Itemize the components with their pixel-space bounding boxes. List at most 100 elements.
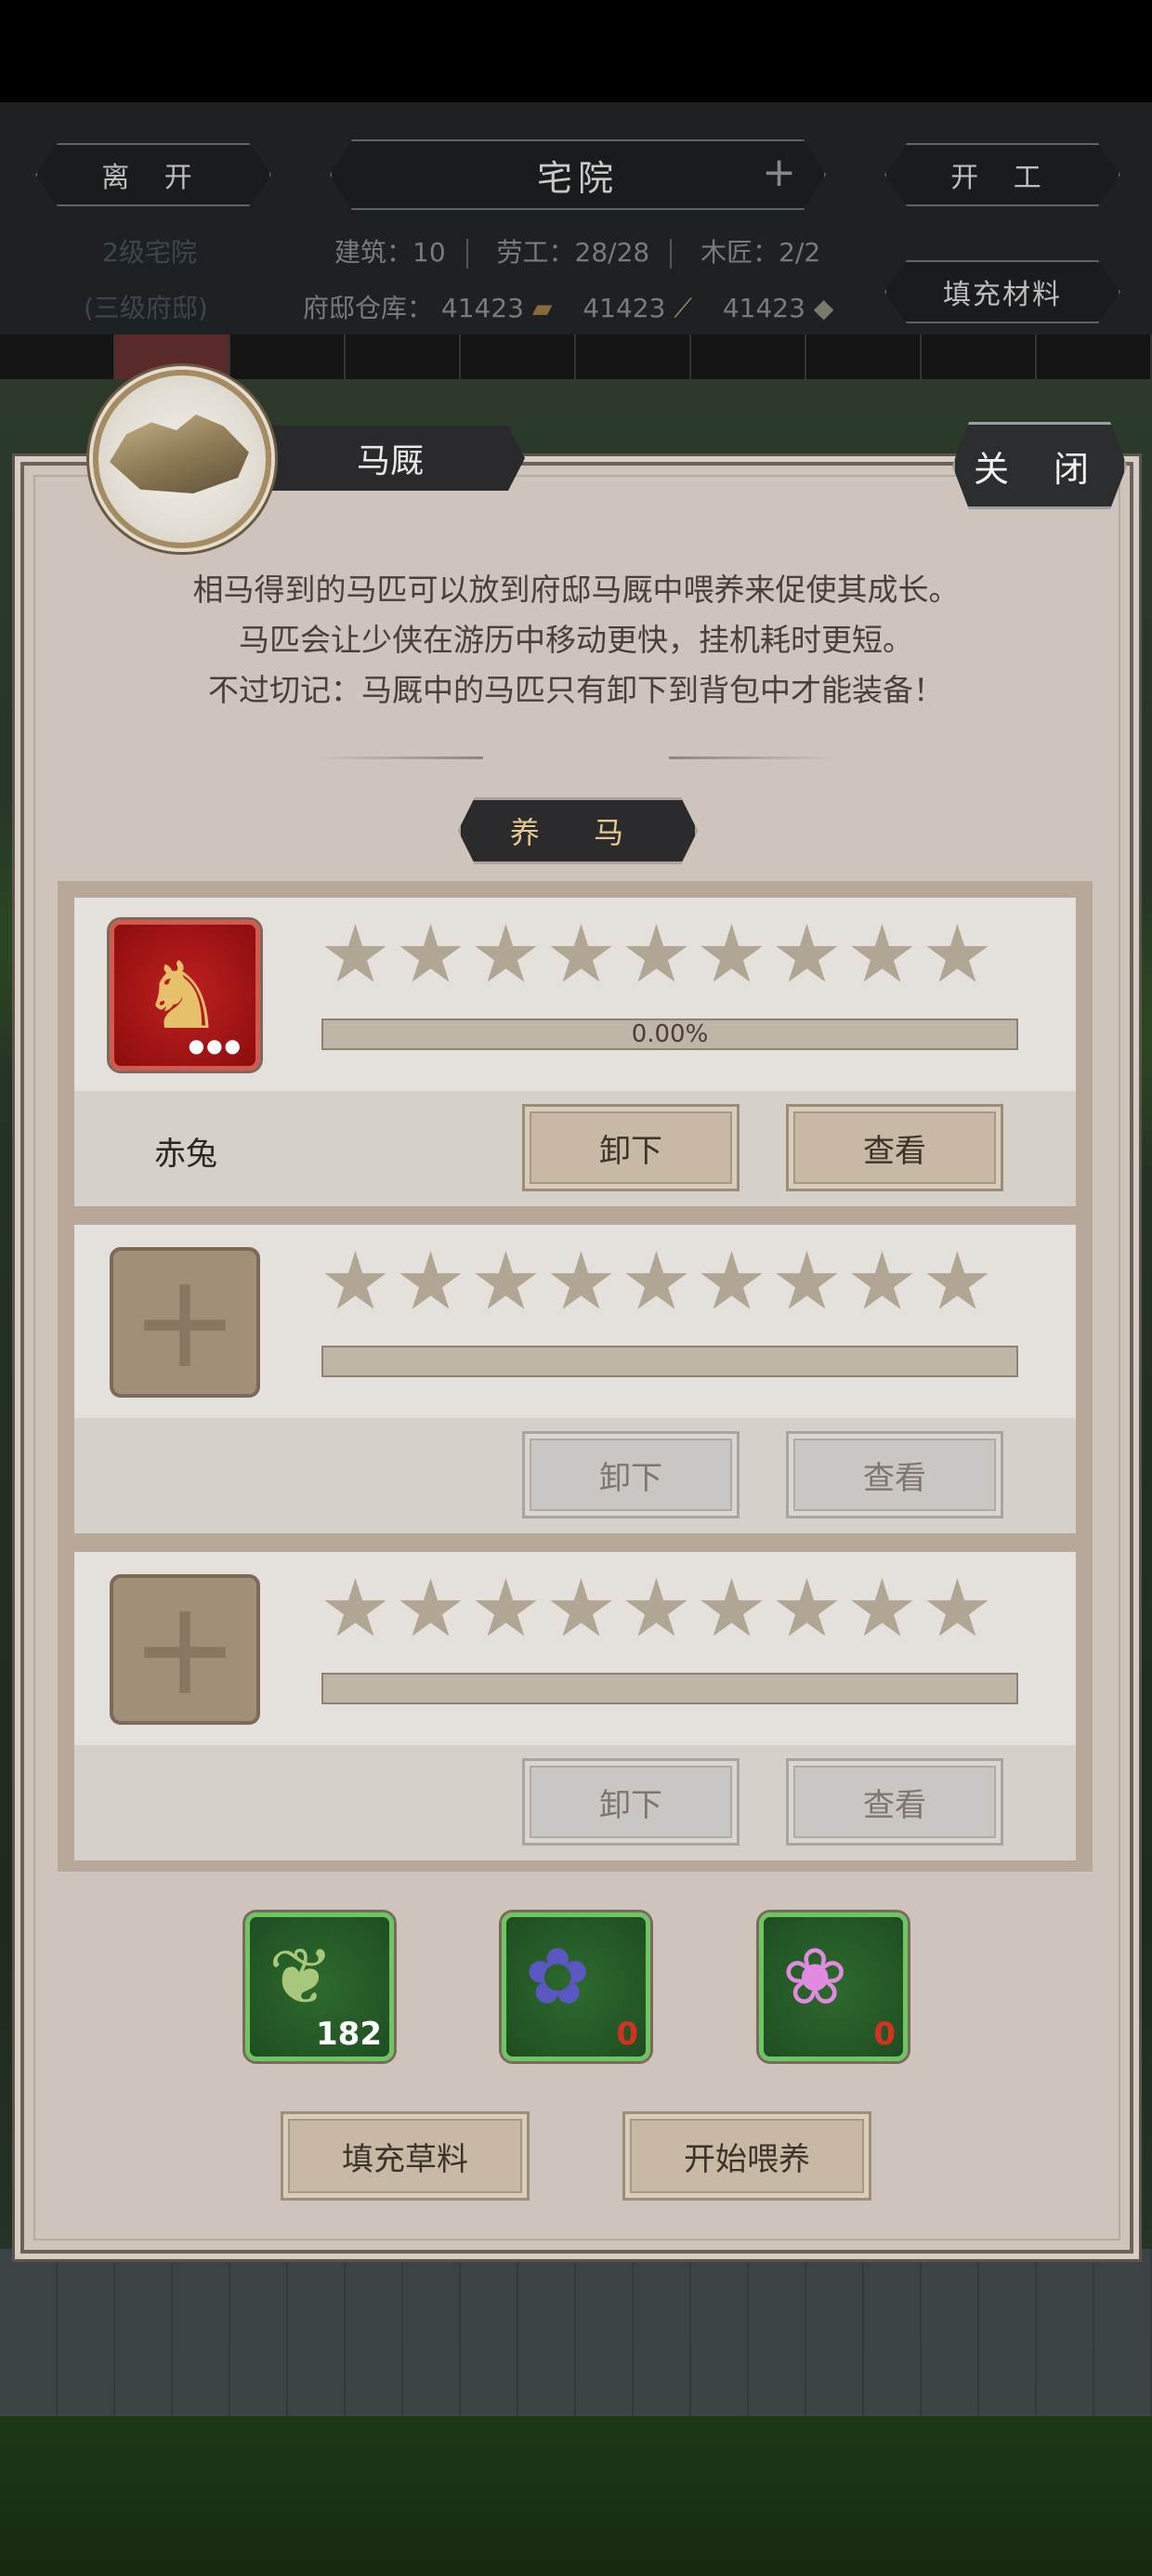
stable-avatar-icon (93, 370, 271, 548)
blue-flower-icon: ✿ (525, 1931, 591, 2022)
warehouse-value-2: 41423 (583, 293, 666, 323)
star-icon (700, 924, 763, 982)
star-icon (926, 1578, 988, 1636)
star-icon (550, 1251, 612, 1309)
star-icon (926, 1251, 988, 1309)
warehouse-label: 府邸仓库： (303, 293, 434, 323)
tab-10[interactable] (1037, 335, 1152, 379)
unload-button[interactable]: 卸下 (522, 1431, 740, 1518)
add-icon[interactable]: + (762, 149, 796, 196)
unload-button[interactable]: 卸下 (522, 1758, 740, 1846)
star-icon (700, 1578, 763, 1636)
tab-6[interactable] (576, 335, 691, 379)
star-icon (550, 924, 612, 982)
horse-slot-2: + 卸下 查看 (74, 1225, 1076, 1533)
stone-wall (0, 2249, 1152, 2435)
plus-icon: + (130, 1246, 240, 1398)
horse-name: 赤兔 (154, 1136, 217, 1173)
divider-left (316, 756, 483, 759)
start-work-button[interactable]: 开 工 (884, 143, 1120, 206)
feed-purple-flower[interactable]: ❀ 0 (759, 1912, 908, 2061)
feed-count: 0 (616, 2016, 638, 2053)
buildings-count: 建筑：10 (334, 237, 446, 268)
warehouse-value-1: 41423 (440, 293, 524, 323)
star-rating (323, 1578, 989, 1642)
divider-right (669, 756, 836, 759)
star-icon (625, 1578, 687, 1636)
tab-3[interactable] (230, 335, 346, 379)
star-icon (776, 1578, 838, 1636)
view-button[interactable]: 查看 (786, 1758, 1003, 1846)
feed-count: 0 (873, 2016, 896, 2053)
laborers-count: 劳工：28/28 (496, 237, 650, 268)
horse-slot-3: + 卸下 查看 (74, 1552, 1076, 1860)
star-icon (851, 1251, 913, 1309)
plus-icon: + (130, 1573, 240, 1725)
top-bar: 离 开 宅院 + 开 工 2级宅院 (三级府邸) 建筑：10 劳工：28/28 … (0, 102, 1152, 335)
star-icon (776, 924, 838, 982)
description-line-2: 马匹会让少侠在游历中移动更快，挂机耗时更短。 (239, 622, 913, 658)
fill-fodder-button[interactable]: 填充草料 (281, 2111, 530, 2201)
status-bar-area (0, 0, 1152, 102)
view-button[interactable]: 查看 (786, 1431, 1003, 1518)
tab-1[interactable] (0, 335, 115, 379)
grass-icon: ❦ (268, 1931, 334, 2022)
growth-progress-bar (321, 1346, 1018, 1377)
warehouse-value-3: 41423 (722, 293, 805, 323)
tab-8[interactable] (806, 335, 922, 379)
star-rating (323, 924, 989, 988)
view-button[interactable]: 查看 (786, 1104, 1003, 1191)
feed-blue-flower[interactable]: ✿ 0 (502, 1912, 650, 2061)
star-icon (550, 1578, 612, 1636)
start-feeding-button[interactable]: 开始喂养 (622, 2111, 871, 2201)
tab-4[interactable] (346, 335, 461, 379)
carpenters-count: 木匠：2/2 (700, 237, 821, 268)
star-icon (625, 924, 687, 982)
star-icon (324, 924, 386, 982)
ore-icon: ◆ (813, 293, 834, 323)
section-label: 养 马 (458, 797, 698, 864)
level-text: 2级宅院 (102, 237, 197, 268)
star-icon (399, 1578, 462, 1636)
purple-flower-icon: ❀ (782, 1931, 848, 2022)
horse-slot-1: ♞ ●●● 0.00% 赤兔 卸下 查看 (74, 898, 1076, 1206)
page-title-plate: 宅院 + (330, 139, 826, 210)
red-horse-icon[interactable]: ♞ ●●● (110, 920, 260, 1071)
feed-grass[interactable]: ❦ 182 (245, 1912, 394, 2061)
tab-7[interactable] (691, 335, 806, 379)
description-line-3: 不过切记：马厩中的马匹只有卸下到背包中才能装备！ (208, 672, 944, 708)
star-icon (399, 1251, 462, 1309)
growth-progress-bar: 0.00% (321, 1019, 1018, 1050)
foliage (0, 2416, 1152, 2576)
star-icon (399, 924, 462, 982)
star-icon (625, 1251, 687, 1309)
star-icon (324, 1578, 386, 1636)
description-line-1: 相马得到的马匹可以放到府邸马厩中喂养来促使其成长。 (192, 572, 960, 608)
star-icon (700, 1251, 763, 1309)
feed-count: 182 (316, 2016, 382, 2053)
star-icon (926, 924, 988, 982)
stats-row: 建筑：10 劳工：28/28 木匠：2/2 (334, 232, 820, 269)
star-icon (475, 1251, 537, 1309)
panel-title: 马厩 (255, 426, 525, 491)
star-icon (776, 1251, 838, 1309)
star-icon (324, 1251, 386, 1309)
star-icon (475, 1578, 537, 1636)
star-icon (851, 1578, 913, 1636)
leave-button[interactable]: 离 开 (35, 143, 271, 206)
star-icon (475, 924, 537, 982)
growth-progress-bar (321, 1673, 1018, 1704)
close-button[interactable]: 关 闭 (952, 422, 1127, 509)
tool-icon: ⟋ (674, 293, 692, 323)
add-horse-button[interactable]: + (110, 1574, 260, 1725)
fill-materials-button[interactable]: 填充材料 (884, 260, 1120, 323)
tab-9[interactable] (922, 335, 1037, 379)
page-title: 宅院 (536, 157, 619, 199)
add-horse-button[interactable]: + (110, 1247, 260, 1398)
tab-5[interactable] (461, 335, 576, 379)
star-icon (851, 924, 913, 982)
unload-button[interactable]: 卸下 (522, 1104, 740, 1191)
star-rating (323, 1251, 989, 1315)
next-level-text: (三级府邸) (84, 293, 208, 323)
wood-icon: ▰ (531, 293, 553, 323)
